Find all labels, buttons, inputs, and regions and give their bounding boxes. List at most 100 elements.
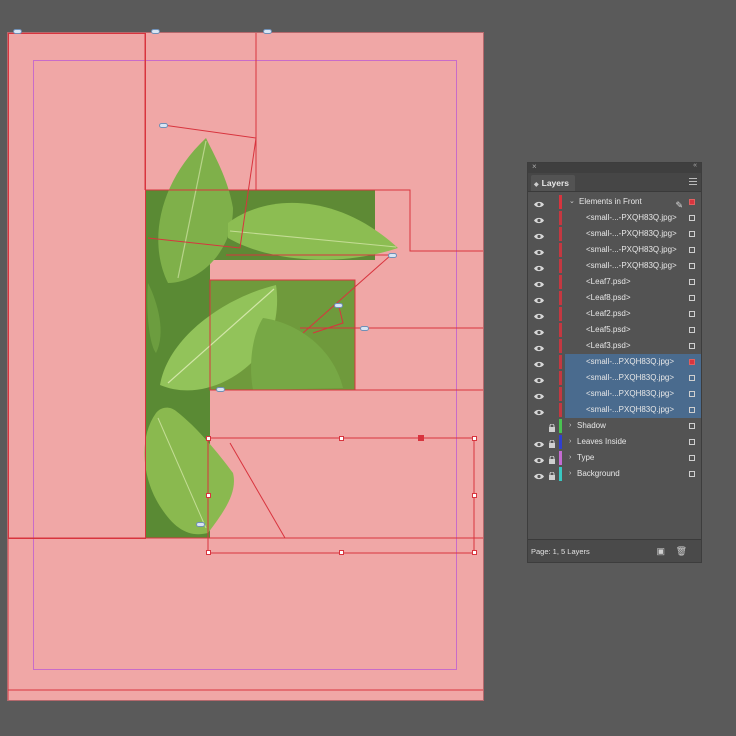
- visibility-eye-icon[interactable]: [534, 390, 544, 400]
- selection-indicator[interactable]: [689, 263, 695, 269]
- layer-row-object[interactable]: <small-...-PXQH83Q.jpg>: [528, 226, 701, 242]
- layer-row-object[interactable]: <Leaf8.psd>: [528, 290, 701, 306]
- selection-indicator[interactable]: [689, 407, 695, 413]
- layer-row-type[interactable]: › Type: [528, 450, 701, 466]
- selection-indicator[interactable]: [689, 343, 695, 349]
- panel-menu-icon[interactable]: [689, 178, 697, 185]
- expand-chevron-icon[interactable]: ›: [569, 466, 571, 482]
- visibility-eye-icon[interactable]: [534, 422, 544, 429]
- trash-icon[interactable]: 🗑: [676, 546, 687, 557]
- layer-row-object[interactable]: <Leaf5.psd>: [528, 322, 701, 338]
- selection-indicator[interactable]: [689, 279, 695, 285]
- page-layer-count: Page: 1, 5 Layers: [531, 547, 590, 556]
- selection-indicator[interactable]: [689, 471, 695, 477]
- selection-indicator[interactable]: [689, 215, 695, 221]
- layer-row-object[interactable]: <small-...PXQH83Q.jpg>: [528, 402, 701, 418]
- selection-handle[interactable]: [206, 493, 211, 498]
- visibility-eye-icon[interactable]: [534, 358, 544, 368]
- layer-name: <small-...PXQH83Q.jpg>: [586, 373, 675, 382]
- new-layer-icon[interactable]: ▣: [656, 546, 665, 557]
- selection-indicator[interactable]: [689, 247, 695, 253]
- visibility-eye-icon[interactable]: [534, 262, 544, 272]
- layer-name: <small-...-PXQH83Q.jpg>: [586, 229, 677, 238]
- expand-chevron-icon[interactable]: ⌄: [569, 194, 575, 210]
- layer-row-object[interactable]: <small-...PXQH83Q.jpg>: [528, 370, 701, 386]
- selection-handle[interactable]: [472, 436, 477, 441]
- frame-label-handle[interactable]: [360, 326, 369, 331]
- layer-row-object[interactable]: <Leaf7.psd>: [528, 274, 701, 290]
- frame-label-handle[interactable]: [13, 29, 22, 34]
- close-panel-button[interactable]: ×: [532, 162, 537, 171]
- lock-icon[interactable]: [549, 438, 555, 448]
- layer-color-swatch: [559, 195, 562, 209]
- frame-label-handle[interactable]: [334, 303, 343, 308]
- selection-indicator[interactable]: [689, 311, 695, 317]
- visibility-eye-icon[interactable]: [534, 310, 544, 320]
- layer-list: ⌄ Elements in Front ✎ <small-...-PXQH83Q.jp…: [528, 193, 701, 513]
- visibility-eye-icon[interactable]: [534, 454, 544, 464]
- selection-indicator[interactable]: [689, 359, 695, 365]
- layer-color-swatch: [559, 355, 562, 369]
- expand-chevron-icon[interactable]: ›: [569, 450, 571, 466]
- layer-row-object[interactable]: <small-...-PXQH83Q.jpg>: [528, 242, 701, 258]
- selection-handle[interactable]: [206, 436, 211, 441]
- layer-row-leaves-inside[interactable]: › Leaves Inside: [528, 434, 701, 450]
- layer-row-object[interactable]: <small-...-PXQH83Q.jpg>: [528, 210, 701, 226]
- visibility-eye-icon[interactable]: [534, 294, 544, 304]
- visibility-eye-icon[interactable]: [534, 246, 544, 256]
- selection-handle[interactable]: [418, 435, 424, 441]
- visibility-eye-icon[interactable]: [534, 406, 544, 416]
- expand-chevron-icon[interactable]: ›: [569, 418, 571, 434]
- layer-row-shadow[interactable]: › Shadow: [528, 418, 701, 434]
- layer-color-swatch: [559, 403, 562, 417]
- layer-row-background[interactable]: › Background: [528, 466, 701, 482]
- frame-label-handle[interactable]: [216, 387, 225, 392]
- layer-name: Type: [577, 453, 595, 462]
- selection-indicator[interactable]: [689, 295, 695, 301]
- visibility-eye-icon[interactable]: [534, 278, 544, 288]
- selection-handle[interactable]: [339, 550, 344, 555]
- selection-handle[interactable]: [339, 436, 344, 441]
- layer-color-swatch: [559, 419, 562, 433]
- frame-label-handle[interactable]: [159, 123, 168, 128]
- lock-icon[interactable]: [549, 470, 555, 480]
- layer-color-swatch: [559, 243, 562, 257]
- layer-name: <small-...-PXQH83Q.jpg>: [586, 213, 677, 222]
- expand-chevron-icon[interactable]: ›: [569, 434, 571, 450]
- layer-row-object[interactable]: <small-...PXQH83Q.jpg>: [528, 354, 701, 370]
- visibility-eye-icon[interactable]: [534, 230, 544, 240]
- layer-row-elements-in-front[interactable]: ⌄ Elements in Front ✎: [528, 194, 701, 210]
- visibility-eye-icon[interactable]: [534, 438, 544, 448]
- selection-indicator[interactable]: [689, 199, 695, 205]
- collapse-panel-button[interactable]: «: [693, 162, 697, 169]
- visibility-eye-icon[interactable]: [534, 326, 544, 336]
- frame-label-handle[interactable]: [151, 29, 160, 34]
- frame-label-handle[interactable]: [196, 522, 205, 527]
- tab-layers[interactable]: ◆ Layers: [531, 175, 575, 191]
- selection-handle[interactable]: [472, 550, 477, 555]
- selection-indicator[interactable]: [689, 327, 695, 333]
- frame-label-handle[interactable]: [263, 29, 272, 34]
- visibility-eye-icon[interactable]: [534, 470, 544, 480]
- selection-indicator[interactable]: [689, 391, 695, 397]
- selection-indicator[interactable]: [689, 375, 695, 381]
- frame-label-handle[interactable]: [388, 253, 397, 258]
- layer-row-object[interactable]: <Leaf3.psd>: [528, 338, 701, 354]
- layer-row-object[interactable]: <small-...PXQH83Q.jpg>: [528, 386, 701, 402]
- selection-handle[interactable]: [472, 493, 477, 498]
- selection-indicator[interactable]: [689, 439, 695, 445]
- layer-row-object[interactable]: <small-...-PXQH83Q.jpg>: [528, 258, 701, 274]
- selection-indicator[interactable]: [689, 423, 695, 429]
- visibility-eye-icon[interactable]: [534, 342, 544, 352]
- lock-icon[interactable]: [549, 422, 555, 432]
- layer-row-object[interactable]: <Leaf2.psd>: [528, 306, 701, 322]
- document-page[interactable]: [7, 29, 484, 701]
- selection-indicator[interactable]: [689, 231, 695, 237]
- visibility-eye-icon[interactable]: [534, 374, 544, 384]
- selection-indicator[interactable]: [689, 455, 695, 461]
- visibility-eye-icon[interactable]: [534, 198, 544, 208]
- leaf-artwork[interactable]: [8, 33, 483, 700]
- visibility-eye-icon[interactable]: [534, 214, 544, 224]
- selection-handle[interactable]: [206, 550, 211, 555]
- lock-icon[interactable]: [549, 454, 555, 464]
